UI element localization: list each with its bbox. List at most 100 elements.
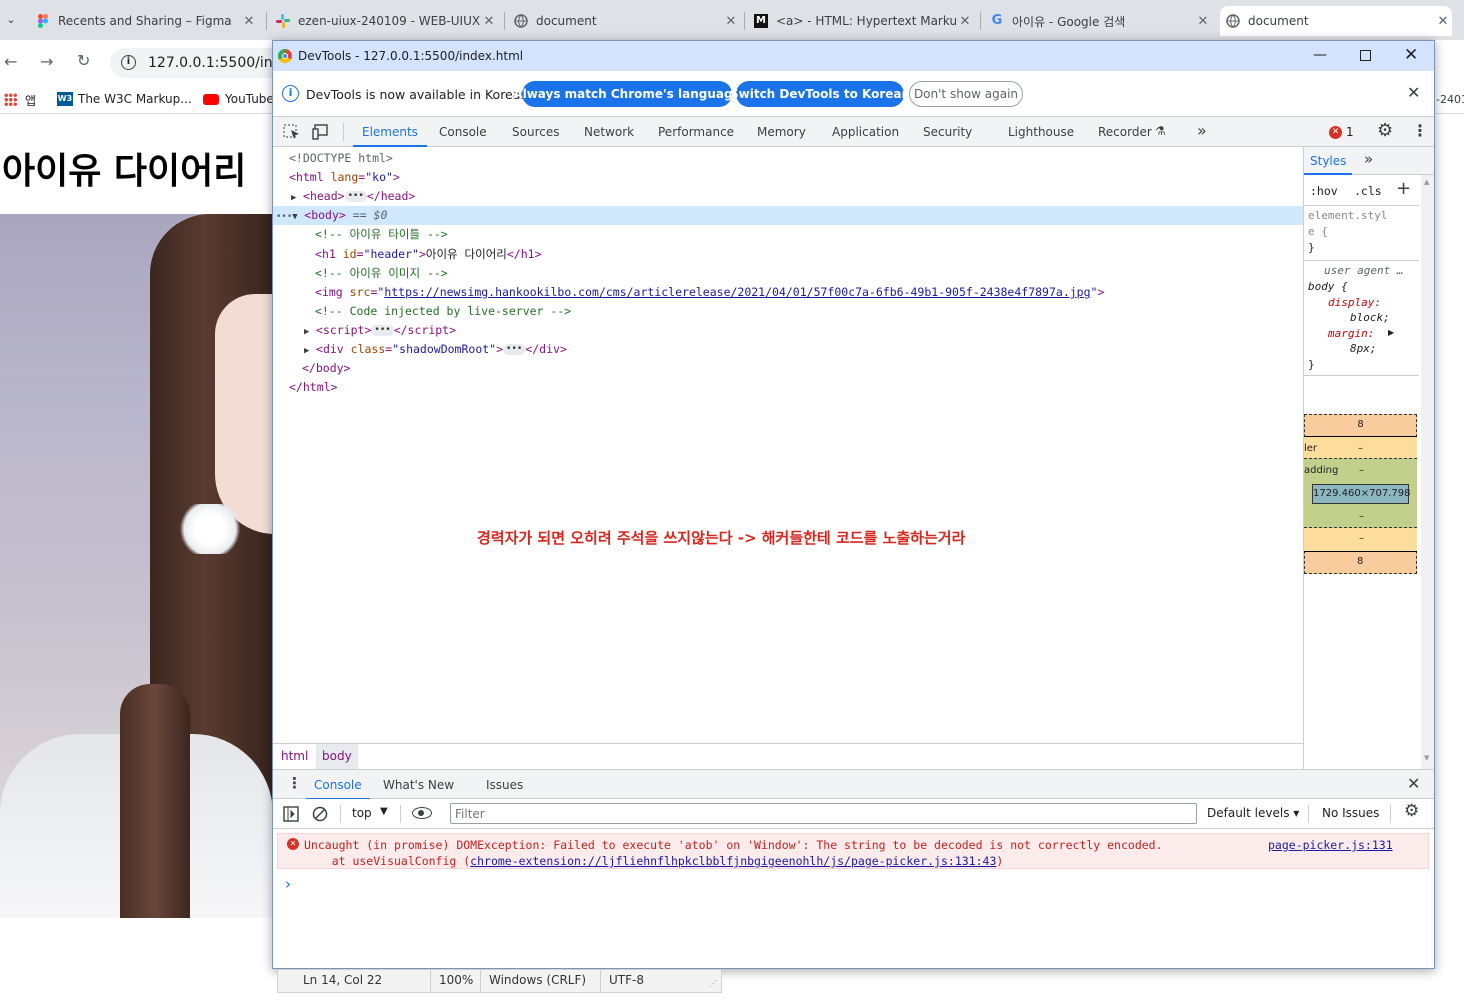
close-infobar-icon[interactable]: ✕	[1407, 83, 1420, 102]
live-expression-eye-icon[interactable]	[412, 807, 432, 819]
display-val[interactable]: block;	[1350, 311, 1390, 324]
maximize-icon[interactable]	[1360, 50, 1371, 61]
more-style-tabs-icon[interactable]: »	[1364, 150, 1373, 168]
hov-toggle[interactable]: :hov	[1310, 184, 1338, 198]
address-bar[interactable]: i 127.0.0.1:5500/index	[110, 48, 298, 78]
cursor-position[interactable]: Ln 14, Col 22	[303, 973, 382, 987]
error-badge-icon[interactable]: ✕	[1329, 126, 1342, 139]
element-style-rule-cont[interactable]: e {	[1308, 225, 1328, 238]
kebab-menu-icon[interactable]: ⋮	[1412, 121, 1428, 140]
tab-performance[interactable]: Performance	[658, 117, 734, 147]
tab-console[interactable]: Console	[439, 117, 487, 147]
dom-comment-injected[interactable]: <!-- Code injected by live-server -->	[315, 302, 571, 321]
scroll-down-icon[interactable]: ▼	[1424, 754, 1429, 762]
switch-korean-button[interactable]: Switch DevTools to Korean	[730, 81, 910, 107]
scroll-up-icon[interactable]: ▲	[1424, 178, 1429, 186]
dom-script[interactable]: ▶ <script> ••• </script>	[304, 321, 456, 342]
ellipsis-icon[interactable]: •••	[503, 344, 526, 355]
browser-tab-active-document[interactable]: document ✕	[1220, 6, 1452, 36]
close-drawer-icon[interactable]: ✕	[1407, 774, 1420, 793]
close-window-icon[interactable]: ✕	[1404, 45, 1418, 65]
drawer-tab-console[interactable]: Console	[306, 770, 370, 800]
error-count[interactable]: 1	[1346, 125, 1354, 139]
browser-tab-google[interactable]: G 아이유 - Google 검색 ✕	[984, 6, 1212, 36]
device-toolbar-icon[interactable]	[312, 124, 330, 140]
settings-gear-icon[interactable]: ⚙	[1377, 120, 1393, 141]
tab-elements[interactable]: Elements	[353, 117, 427, 147]
element-style-rule[interactable]: element.styl	[1308, 209, 1387, 222]
tab-search-button[interactable]: ⌄	[0, 8, 22, 32]
forward-icon[interactable]: →	[40, 52, 53, 71]
inspect-element-icon[interactable]	[283, 124, 301, 140]
drawer-menu-icon[interactable]: ⋮	[287, 774, 302, 792]
close-tab-icon[interactable]: ✕	[722, 14, 740, 29]
dom-html-close[interactable]: </html>	[289, 378, 337, 397]
margin-prop[interactable]: margin:	[1328, 327, 1374, 340]
minimize-icon[interactable]: —	[1313, 47, 1327, 63]
browser-tab-slack[interactable]: ezen-uiux-240109 - WEB-UIUX ✕	[270, 6, 498, 36]
close-tab-icon[interactable]: ✕	[1194, 14, 1212, 29]
drawer-tab-issues[interactable]: Issues	[486, 770, 523, 800]
ellipsis-icon[interactable]: •••	[344, 191, 367, 202]
dom-head[interactable]: ▶ <head> ••• </head>	[291, 187, 415, 208]
sidebar-toggle-icon[interactable]	[283, 806, 299, 822]
margin-val[interactable]: 8px;	[1350, 342, 1377, 355]
console-prompt[interactable]: ›	[285, 875, 291, 893]
tab-lighthouse[interactable]: Lighthouse	[1008, 117, 1074, 147]
dom-div-shadow[interactable]: ▶ <div class="shadowDomRoot"> ••• </div>	[304, 340, 567, 361]
error-source-link[interactable]: page-picker.js:131	[1268, 838, 1393, 852]
close-tab-icon[interactable]: ✕	[240, 14, 258, 29]
add-style-rule-icon[interactable]: +	[1396, 178, 1411, 199]
breadcrumb-html[interactable]: html	[281, 749, 308, 763]
scrollbar[interactable]	[1421, 175, 1434, 769]
apps-icon[interactable]	[4, 93, 17, 106]
styles-tab[interactable]: Styles	[1304, 147, 1353, 175]
site-info-icon[interactable]: i	[121, 55, 136, 70]
bookmark-apps[interactable]: 앱	[25, 92, 36, 109]
console-settings-gear-icon[interactable]: ⚙	[1404, 801, 1419, 821]
reload-icon[interactable]: ↻	[77, 51, 90, 70]
tab-network[interactable]: Network	[584, 117, 634, 147]
tab-recorder[interactable]: Recorder	[1098, 117, 1152, 147]
zoom-level[interactable]: 100%	[439, 973, 473, 987]
dom-doctype[interactable]: <!DOCTYPE html>	[289, 149, 393, 168]
dom-body-close[interactable]: </body>	[302, 359, 350, 378]
bookmark-youtube[interactable]: YouTube	[225, 92, 274, 106]
issues-counter[interactable]: No Issues	[1322, 806, 1379, 820]
console-filter-input[interactable]	[450, 803, 1197, 824]
expand-triangle-icon[interactable]: ▶	[1388, 328, 1394, 337]
box-content-size[interactable]: 1729.460×707.798	[1312, 484, 1410, 504]
breadcrumb-body[interactable]: body	[316, 744, 358, 769]
display-prop[interactable]: display:	[1328, 296, 1381, 309]
close-tab-icon[interactable]: ✕	[480, 14, 498, 29]
tab-application[interactable]: Application	[832, 117, 899, 147]
browser-tab-figma[interactable]: Recents and Sharing – Figma ✕	[30, 6, 258, 36]
back-icon[interactable]: ←	[4, 52, 17, 71]
console-error-message[interactable]: ✕ Uncaught (in promise) DOMException: Fa…	[277, 833, 1429, 869]
stack-trace-link[interactable]: chrome-extension://ljfliehnflhpkclbblfjn…	[470, 854, 996, 868]
dom-body[interactable]: •••▼ <body> == $0	[276, 206, 387, 227]
dom-h1[interactable]: <h1 id="header">아이유 다이어리</h1>	[315, 245, 542, 264]
tab-sources[interactable]: Sources	[512, 117, 559, 147]
close-tab-icon[interactable]: ✕	[956, 14, 974, 29]
drawer-tab-whats-new[interactable]: What's New	[383, 770, 454, 800]
dom-comment-title[interactable]: <!-- 아이유 타이틀 -->	[315, 225, 448, 244]
cls-toggle[interactable]: .cls	[1354, 184, 1382, 198]
collapse-triangle-icon[interactable]: ▼	[292, 208, 304, 227]
log-levels-dropdown[interactable]: Default levels ▾	[1207, 806, 1299, 820]
resize-grip-icon[interactable]: ⋰	[709, 979, 717, 988]
close-tab-icon[interactable]: ✕	[1434, 14, 1452, 29]
dom-comment-image[interactable]: <!-- 아이유 이미지 -->	[315, 264, 448, 283]
dom-img[interactable]: <img src="https://newsimg.hankookilbo.co…	[315, 283, 1104, 302]
bookmark-w3c[interactable]: The W3C Markup...	[78, 92, 192, 106]
file-encoding[interactable]: UTF-8	[609, 973, 644, 987]
line-endings[interactable]: Windows (CRLF)	[489, 973, 586, 987]
more-tabs-icon[interactable]: »	[1197, 121, 1207, 140]
body-selector[interactable]: body {	[1308, 280, 1348, 293]
img-src-link[interactable]: https://newsimg.hankookilbo.com/cms/arti…	[384, 285, 1090, 299]
dom-html-open[interactable]: <html lang="ko">	[289, 168, 400, 187]
tab-memory[interactable]: Memory	[757, 117, 806, 147]
dont-show-again-button[interactable]: Don't show again	[909, 81, 1023, 107]
browser-tab-document[interactable]: document ✕	[508, 6, 740, 36]
context-dropdown-icon[interactable]: ▼	[380, 806, 388, 817]
